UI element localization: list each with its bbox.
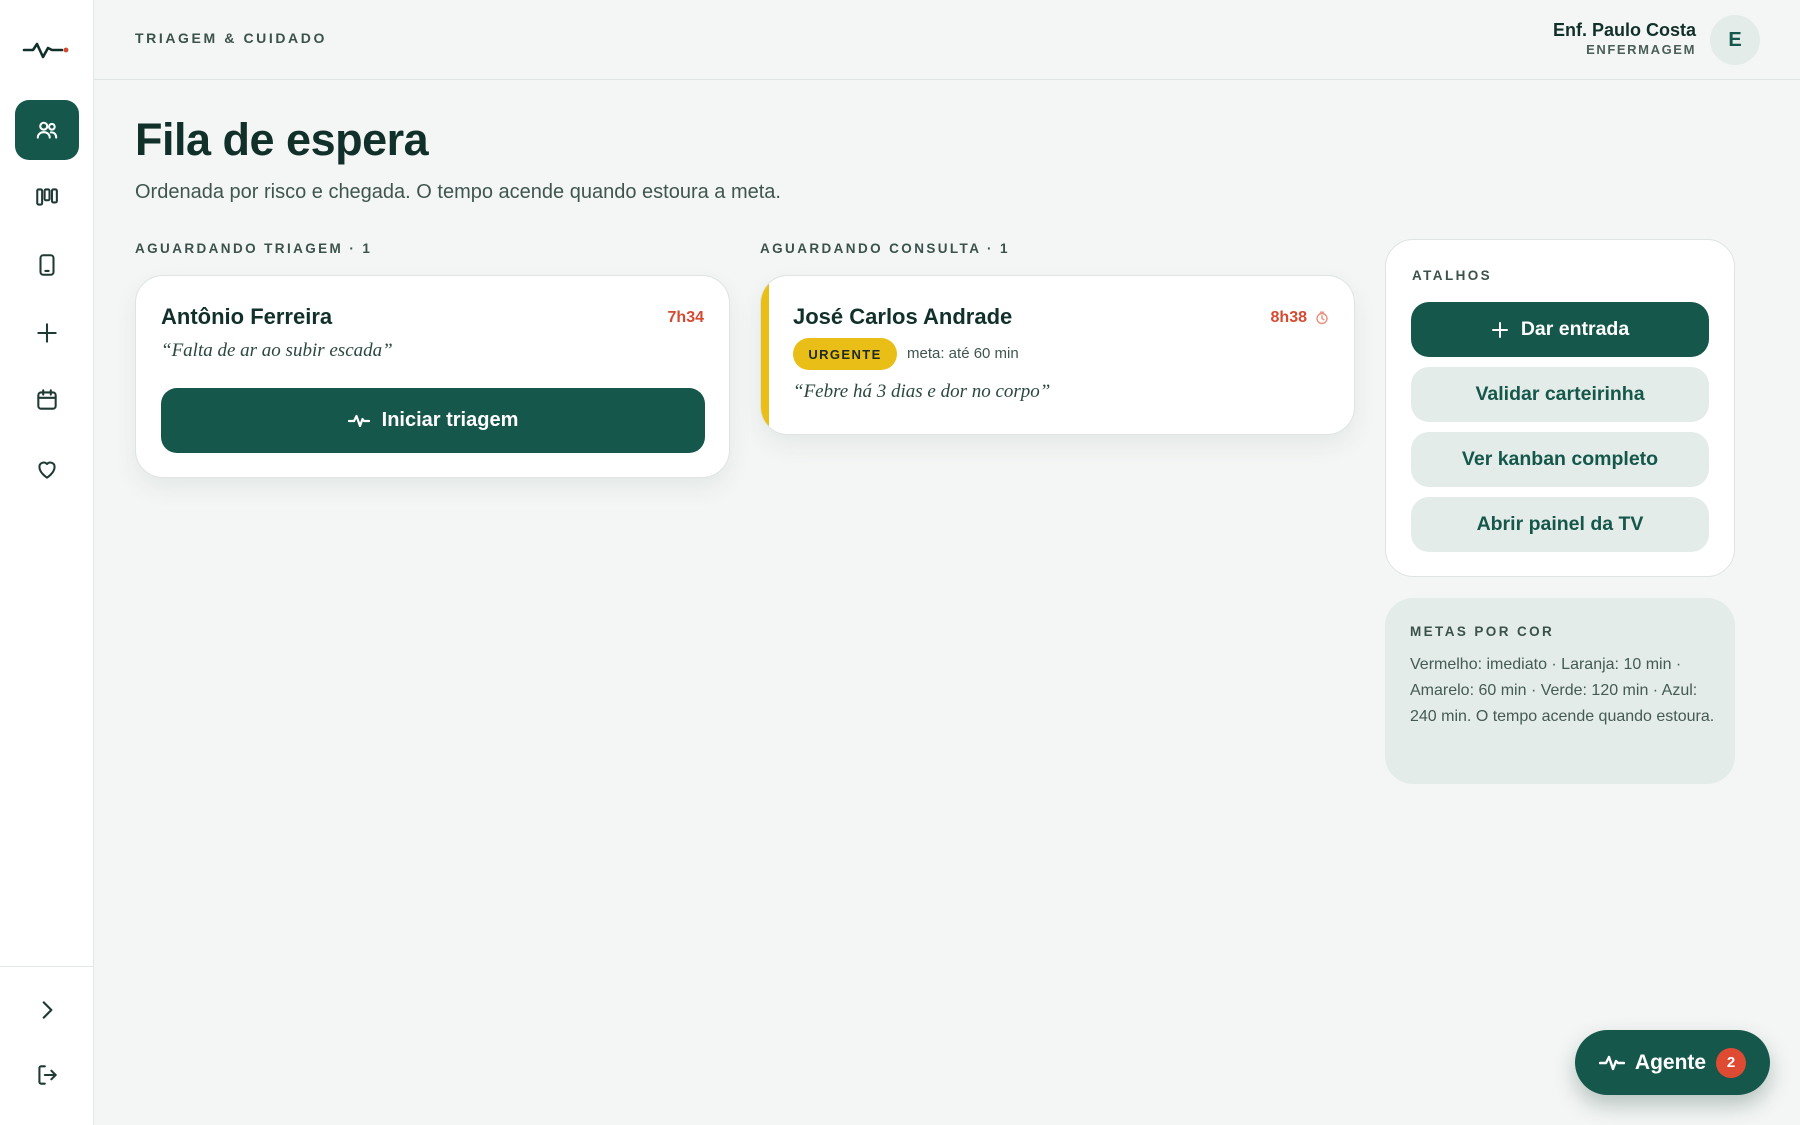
- complaint-text: “Falta de ar ao subir escada”: [161, 340, 393, 361]
- complaint-text: “Febre há 3 dias e dor no corpo”: [793, 381, 1051, 402]
- tablet-icon: [39, 254, 55, 276]
- agent-button[interactable]: Agente 2: [1575, 1030, 1770, 1095]
- start-triage-button[interactable]: Iniciar triagem: [161, 388, 705, 453]
- patient-name: Antônio Ferreira: [161, 304, 333, 329]
- goal-text: meta: até 60 min: [907, 345, 1019, 362]
- pulse-icon: [1598, 1055, 1625, 1070]
- patient-name: José Carlos Andrade: [793, 304, 1013, 329]
- sidebar-item-patients[interactable]: [15, 100, 79, 160]
- start-triage-label: Iniciar triagem: [381, 409, 519, 431]
- pulse-logo-icon: [22, 42, 69, 59]
- sidebar-item-device[interactable]: [15, 235, 79, 295]
- goals-label: METAS POR COR: [1410, 624, 1555, 639]
- page-subtitle: Ordenada por risco e chegada. O tempo ac…: [135, 181, 781, 203]
- chevron-right-icon: [42, 1001, 53, 1019]
- user-role: ENFERMAGEM: [1586, 42, 1696, 57]
- top-header: TRIAGEM & CUIDADO Enf. Paulo Costa ENFER…: [94, 0, 1800, 80]
- open-tv-panel-button[interactable]: Abrir painel da TV: [1411, 497, 1709, 552]
- shortcuts-label: ATALHOS: [1412, 268, 1493, 283]
- sidebar-item-favorites[interactable]: [15, 439, 79, 499]
- avatar[interactable]: E: [1710, 15, 1760, 65]
- logout-button[interactable]: [15, 1045, 79, 1105]
- plus-icon: [1491, 321, 1508, 338]
- column-label-triage: AGUARDANDO TRIAGEM · 1: [135, 241, 373, 256]
- sidebar-item-kanban[interactable]: [15, 167, 79, 227]
- calendar-icon: [37, 389, 57, 410]
- wait-time: 8h38: [1270, 309, 1307, 326]
- goals-panel: METAS POR COR Vermelho: imediato · Laran…: [1385, 598, 1735, 784]
- sidebar-item-calendar[interactable]: [15, 370, 79, 430]
- patient-card[interactable]: José Carlos Andrade 8h38 URGENTE meta: a…: [760, 275, 1355, 435]
- wait-time: 7h34: [667, 309, 704, 326]
- pulse-icon: [347, 414, 370, 427]
- section-title: TRIAGEM & CUIDADO: [135, 30, 327, 46]
- agent-count-badge: 2: [1716, 1047, 1747, 1078]
- sidebar-divider: [0, 966, 94, 967]
- priority-badge: URGENTE: [793, 338, 897, 370]
- validate-card-button[interactable]: Validar carteirinha: [1411, 367, 1709, 422]
- patient-card[interactable]: Antônio Ferreira 7h34 “Falta de ar ao su…: [135, 275, 730, 478]
- plus-icon: [37, 323, 57, 343]
- sidebar-expand-button[interactable]: [15, 980, 79, 1040]
- column-label-consultation: AGUARDANDO CONSULTA · 1: [760, 241, 1010, 256]
- logout-icon: [38, 1065, 57, 1085]
- page-title: Fila de espera: [135, 114, 429, 165]
- add-entry-label: Dar entrada: [1520, 318, 1630, 340]
- kanban-icon: [36, 188, 58, 206]
- agent-label: Agente: [1634, 1050, 1707, 1074]
- user-name: Enf. Paulo Costa: [1552, 20, 1696, 40]
- heart-icon: [38, 461, 56, 479]
- goals-text: Vermelho: imediato · Laranja: 10 min · A…: [1410, 656, 1715, 725]
- add-entry-button[interactable]: Dar entrada: [1411, 302, 1709, 357]
- users-icon: [36, 121, 58, 139]
- sidebar-item-add[interactable]: [15, 303, 79, 363]
- clock-icon: [1316, 311, 1328, 325]
- sidebar: [0, 0, 94, 1125]
- view-kanban-button[interactable]: Ver kanban completo: [1411, 432, 1709, 487]
- shortcuts-panel: ATALHOS Dar entrada Validar carteirinha …: [1385, 239, 1735, 577]
- priority-stripe: [761, 276, 769, 434]
